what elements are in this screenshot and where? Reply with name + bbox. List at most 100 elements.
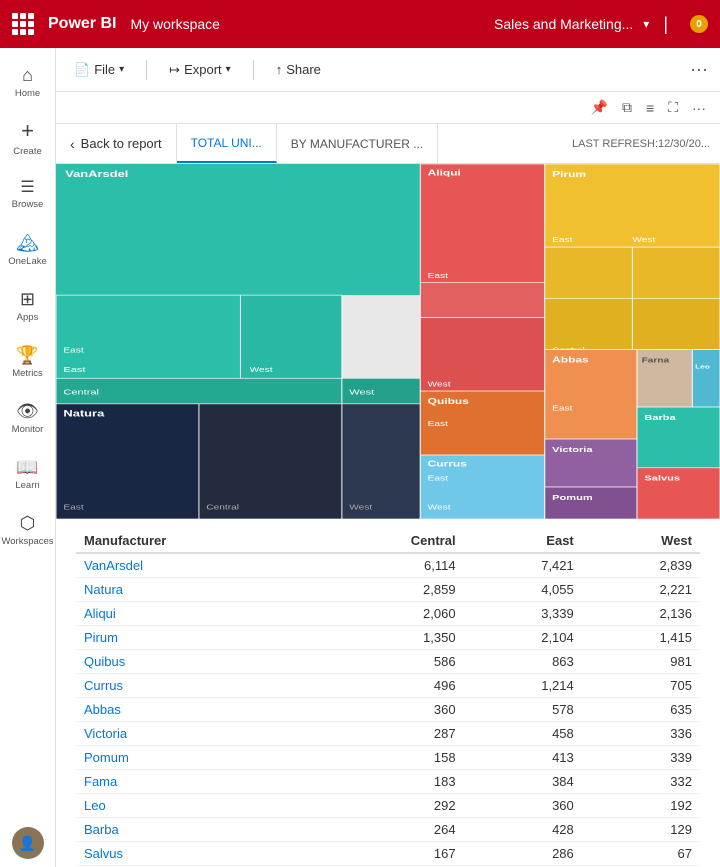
share-button[interactable]: ↑ Share — [270, 58, 327, 81]
table-row: VanArsdel6,1147,4212,839 — [76, 553, 700, 578]
manufacturer-table: Manufacturer Central East West VanArsdel… — [76, 529, 700, 867]
cell-manufacturer: Quibus — [76, 650, 316, 674]
sidebar-item-workspaces-label: Workspaces — [1, 537, 53, 547]
svg-text:Central: Central — [206, 503, 239, 511]
toolbar: 📄 File ▾ ↦ Export ▾ ↑ Share ··· — [56, 48, 720, 92]
svg-text:Leo: Leo — [695, 364, 710, 370]
svg-text:Central: Central — [63, 388, 99, 397]
sidebar-item-learn[interactable]: 📖 Learn — [4, 448, 52, 500]
table-row: Abbas360578635 — [76, 698, 700, 722]
table-row: Aliqui2,0603,3392,136 — [76, 602, 700, 626]
tab-by-manufacturer-label: BY MANUFACTURER ... — [291, 137, 423, 151]
last-refresh-label: LAST REFRESH:12/30/20... — [562, 138, 720, 150]
copy-icon[interactable]: ⧉ — [618, 97, 636, 118]
svg-text:Salvus: Salvus — [644, 474, 680, 483]
cell-west: 2,221 — [582, 578, 700, 602]
sidebar-item-monitor[interactable]: 👁 Monitor — [4, 392, 52, 444]
data-table-container: Manufacturer Central East West VanArsdel… — [56, 519, 720, 867]
svg-text:Barba: Barba — [644, 413, 676, 422]
table-row: Natura2,8594,0552,221 — [76, 578, 700, 602]
tab-total-units-label: TOTAL UNI... — [191, 136, 262, 150]
cell-manufacturer: Fama — [76, 770, 316, 794]
file-button[interactable]: 📄 File ▾ — [68, 58, 130, 82]
svg-text:Natura: Natura — [63, 409, 105, 419]
cell-west: 705 — [582, 674, 700, 698]
sidebar-item-onelake[interactable]: 🏔 OneLake — [4, 224, 52, 276]
cell-west: 981 — [582, 650, 700, 674]
svg-text:Pomum: Pomum — [552, 493, 593, 502]
sidebar-item-monitor-label: Monitor — [12, 425, 44, 435]
sidebar-item-workspaces[interactable]: ⬡ Workspaces — [4, 504, 52, 556]
svg-text:West: West — [428, 503, 452, 511]
filter-icon[interactable]: ≡ — [642, 98, 658, 118]
cell-east: 413 — [464, 746, 582, 770]
table-row: Salvus16728667 — [76, 842, 700, 866]
workspaces-icon: ⬡ — [20, 513, 36, 534]
treemap-visualization[interactable]: VanArsdel East Central West Natura East … — [56, 164, 720, 519]
svg-text:East: East — [552, 236, 573, 244]
cell-central: 167 — [316, 842, 464, 866]
svg-text:East: East — [63, 365, 86, 374]
table-row: Barba264428129 — [76, 818, 700, 842]
tabbar: ‹ Back to report TOTAL UNI... BY MANUFAC… — [56, 124, 720, 164]
sidebar-item-home-label: Home — [15, 89, 40, 99]
app-grid-icon[interactable] — [12, 13, 34, 35]
cell-east: 2,104 — [464, 626, 582, 650]
main-content: 📄 File ▾ ↦ Export ▾ ↑ Share ··· 📌 ⧉ ≡ ⛶ … — [56, 48, 720, 867]
svg-text:Farna: Farna — [642, 356, 670, 364]
back-to-report-button[interactable]: ‹ Back to report — [56, 124, 177, 163]
toolbar-separator-2 — [253, 60, 254, 80]
table-row: Pomum158413339 — [76, 746, 700, 770]
expand-icon[interactable]: ⛶ — [664, 97, 682, 118]
svg-text:East: East — [552, 404, 573, 412]
table-row: Fama183384332 — [76, 770, 700, 794]
sidebar-item-browse[interactable]: ☰ Browse — [4, 168, 52, 220]
notification-badge[interactable]: 0 — [690, 15, 708, 33]
tab-total-units[interactable]: TOTAL UNI... — [177, 124, 277, 163]
svg-text:Abbas: Abbas — [552, 356, 589, 365]
export-button[interactable]: ↦ Export ▾ — [163, 58, 237, 82]
file-chevron-icon: ▾ — [119, 64, 124, 75]
cell-west: 635 — [582, 698, 700, 722]
svg-text:Pirum: Pirum — [552, 170, 586, 179]
cell-east: 1,214 — [464, 674, 582, 698]
create-icon: + — [21, 118, 34, 144]
table-header-row: Manufacturer Central East West — [76, 529, 700, 553]
cell-manufacturer: Leo — [76, 794, 316, 818]
cell-east: 286 — [464, 842, 582, 866]
sidebar-item-apps[interactable]: ⊞ Apps — [4, 280, 52, 332]
cell-west: 336 — [582, 722, 700, 746]
chevron-down-icon[interactable]: ▾ — [643, 17, 649, 31]
toolbar-separator — [146, 60, 147, 80]
sidebar-item-onelake-label: OneLake — [8, 257, 47, 267]
report-title[interactable]: Sales and Marketing... — [494, 16, 633, 32]
pin-icon[interactable]: 📌 — [587, 97, 612, 118]
tab-by-manufacturer[interactable]: BY MANUFACTURER ... — [277, 124, 438, 163]
more-options-icon[interactable]: ··· — [690, 59, 708, 80]
cell-west: 2,839 — [582, 553, 700, 578]
user-avatar[interactable]: 👤 — [12, 827, 44, 859]
svg-text:East: East — [428, 271, 449, 279]
svg-text:West: West — [349, 388, 374, 397]
svg-text:Aliqui: Aliqui — [428, 169, 461, 178]
cell-central: 6,114 — [316, 553, 464, 578]
sidebar: ⌂ Home + Create ☰ Browse 🏔 OneLake ⊞ App… — [0, 48, 56, 867]
svg-text:West: West — [250, 365, 274, 373]
sidebar-item-browse-label: Browse — [12, 200, 44, 210]
learn-icon: 📖 — [16, 457, 38, 478]
export-chevron-icon: ▾ — [226, 64, 231, 75]
cell-manufacturer: Victoria — [76, 722, 316, 746]
sidebar-item-metrics[interactable]: 🏆 Metrics — [4, 336, 52, 388]
more-visual-icon[interactable]: ··· — [688, 98, 710, 118]
cell-east: 4,055 — [464, 578, 582, 602]
svg-text:East: East — [428, 474, 449, 482]
svg-text:Victoria: Victoria — [552, 445, 593, 454]
svg-text:East: East — [63, 346, 84, 354]
sidebar-item-home[interactable]: ⌂ Home — [4, 56, 52, 108]
cell-east: 7,421 — [464, 553, 582, 578]
sidebar-item-create[interactable]: + Create — [4, 112, 52, 164]
treemap-svg: VanArsdel East Central West Natura East … — [56, 164, 720, 519]
svg-text:VanArsdel: VanArsdel — [65, 170, 128, 180]
workspace-label[interactable]: My workspace — [130, 16, 219, 32]
apps-icon: ⊞ — [20, 289, 35, 310]
